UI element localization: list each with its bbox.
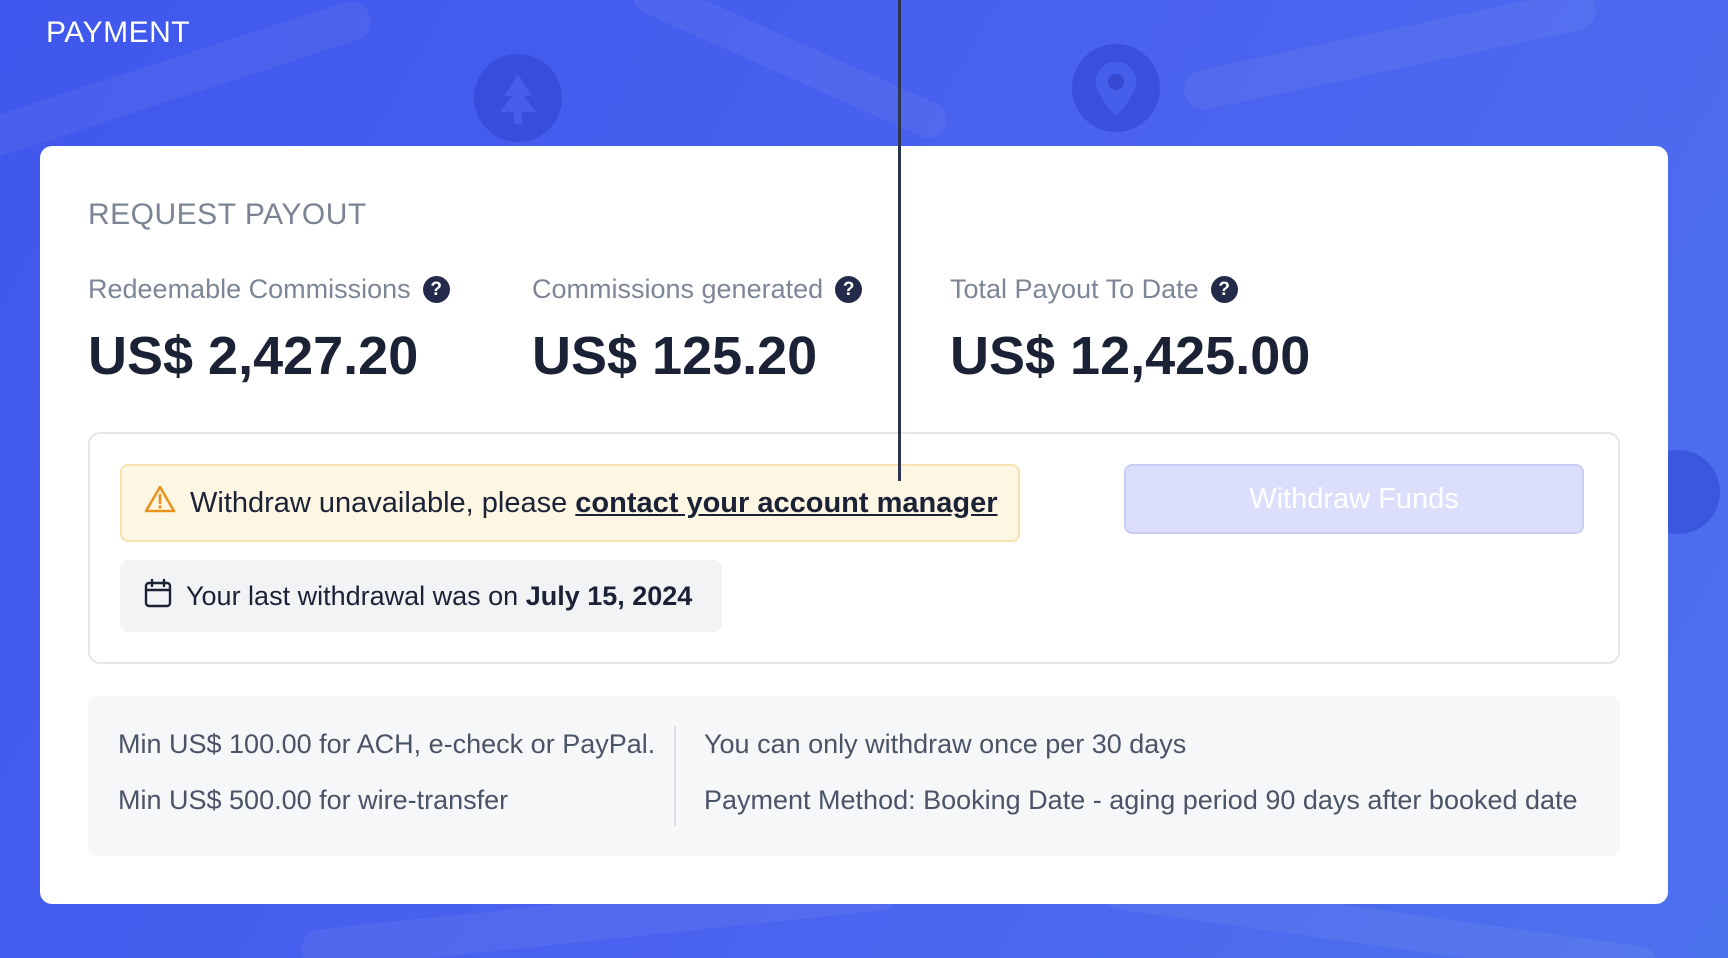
stat-redeemable-commissions: Redeemable Commissions ? US$ 2,427.20 [88,274,450,387]
last-withdrawal-date: July 15, 2024 [525,580,693,611]
card-heading: REQUEST PAYOUT [88,198,367,231]
info-line: Payment Method: Booking Date - aging per… [704,785,1578,815]
stat-label: Commissions generated [532,274,824,304]
stat-value: US$ 2,427.20 [88,326,419,386]
stat-label: Redeemable Commissions [88,274,411,304]
question-circle-icon[interactable]: ? [835,276,863,303]
info-line: Min US$ 100.00 for ACH, e-check or PayPa… [118,729,656,759]
question-circle-icon[interactable]: ? [422,276,450,303]
withdraw-funds-button[interactable]: Withdraw Funds [1124,464,1584,534]
info-line: Min US$ 500.00 for wire-transfer [118,785,509,815]
info-divider [674,726,676,826]
tree-icon [474,54,562,142]
calendar-icon [144,578,172,615]
page-title: PAYMENT [46,16,191,49]
stat-label: Total Payout To Date [950,274,1199,304]
overlay-line [898,0,901,481]
withdraw-panel: Withdraw unavailable, please contact you… [88,432,1620,664]
map-pin-icon [1072,44,1160,132]
stat-total-payout: Total Payout To Date ? US$ 12,425.00 [950,274,1310,387]
info-line: You can only withdraw once per 30 days [704,729,1187,759]
payout-rules-info: Min US$ 100.00 for ACH, e-check or PayPa… [88,696,1620,856]
alert-text: Withdraw unavailable, please [190,486,576,519]
stat-commissions-generated: Commissions generated ? US$ 125.20 [532,274,863,387]
contact-account-manager-link[interactable]: contact your account manager [575,487,997,519]
last-withdrawal-info: Your last withdrawal was on July 15, 202… [120,560,722,632]
stat-value: US$ 12,425.00 [950,326,1311,386]
info-left-column: Min US$ 100.00 for ACH, e-check or PayPa… [118,728,655,840]
warning-triangle-icon [144,484,176,522]
question-circle-icon[interactable]: ? [1210,276,1238,303]
info-right-column: You can only withdraw once per 30 days P… [704,728,1578,840]
last-withdrawal-text: Your last withdrawal was on [186,580,526,611]
request-payout-card: REQUEST PAYOUT Redeemable Commissions ? … [40,146,1668,904]
withdraw-unavailable-alert: Withdraw unavailable, please contact you… [120,464,1020,542]
stat-value: US$ 125.20 [532,326,818,386]
